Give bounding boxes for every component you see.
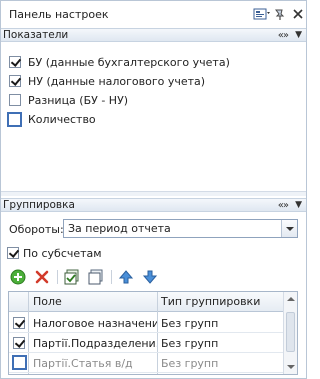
collapse-nav-icon[interactable]: «»	[278, 199, 289, 212]
vertical-scrollbar[interactable]	[283, 292, 297, 374]
check-all-icon[interactable]	[63, 268, 81, 286]
scrollbar-thumb[interactable]	[286, 312, 295, 352]
indicator-label: НУ (данные налогового учета)	[28, 74, 206, 88]
indicators-header: Показатели «» ▼	[1, 28, 306, 42]
indicator-label: Разница (БУ - НУ)	[28, 93, 129, 107]
row-group-type: Без групп	[161, 357, 219, 370]
indicator-item-quantity[interactable]: Количество	[7, 111, 96, 127]
table-row[interactable]: Партії.Статья в/д Без групп	[9, 353, 283, 373]
table-row[interactable]: Партії.Подразделени... Без групп	[9, 333, 283, 353]
delete-icon[interactable]	[33, 268, 51, 286]
panel-splitter[interactable]	[1, 191, 306, 196]
toolbar-separator	[111, 270, 112, 284]
settings-icon[interactable]	[253, 6, 271, 22]
row-checkbox[interactable]	[12, 355, 27, 370]
row-field: Налоговое назначение	[33, 317, 157, 330]
pin-icon[interactable]	[271, 6, 289, 22]
uncheck-all-icon[interactable]	[87, 268, 105, 286]
indicator-item-bu[interactable]: БУ (данные бухгалтерского учета)	[9, 54, 230, 70]
table-header: Поле Тип группировки	[9, 292, 297, 312]
checkbox[interactable]	[9, 56, 21, 68]
checkbox[interactable]	[7, 247, 19, 259]
indicator-item-nu[interactable]: НУ (данные налогового учета)	[9, 73, 205, 89]
chevron-down-icon[interactable]	[281, 220, 297, 237]
column-header-group-type[interactable]: Тип группировки	[161, 295, 260, 308]
turnover-value: За период отчета	[68, 222, 171, 235]
checkbox[interactable]	[9, 75, 21, 87]
by-subaccounts-label: По субсчетам	[23, 246, 102, 260]
row-checkbox[interactable]	[13, 317, 25, 329]
checkbox[interactable]	[9, 94, 21, 106]
row-group-type: Без групп	[161, 337, 219, 350]
indicator-label: Количество	[28, 112, 96, 126]
grouping-toolbar	[9, 268, 165, 286]
turnover-label: Обороты:	[9, 223, 64, 236]
grouping-table: Поле Тип группировки Налоговое назначени…	[8, 291, 298, 375]
collapse-nav-icon[interactable]: «»	[278, 29, 289, 42]
chevron-down-icon[interactable]: ▼	[295, 199, 302, 212]
row-checkbox[interactable]	[13, 337, 25, 349]
grouping-header-label: Группировка	[3, 199, 75, 211]
move-down-icon[interactable]	[141, 268, 159, 286]
by-subaccounts-option[interactable]: По субсчетам	[7, 245, 102, 261]
scroll-down-icon[interactable]	[287, 365, 295, 369]
add-icon[interactable]	[9, 268, 27, 286]
toolbar-separator	[57, 270, 58, 284]
checkbox[interactable]	[7, 111, 22, 127]
title-bar: Панель настроек	[1, 1, 306, 28]
chevron-down-icon[interactable]: ▼	[295, 29, 302, 42]
row-field: Партії.Статья в/д	[33, 357, 133, 370]
row-field: Партії.Подразделени...	[33, 337, 157, 350]
indicator-label: БУ (данные бухгалтерского учета)	[28, 55, 230, 69]
table-row[interactable]: Налоговое назначение Без групп	[9, 313, 283, 333]
settings-panel: Панель настроек Показатели «» ▼ БУ (данн…	[0, 0, 307, 379]
panel-title: Панель настроек	[9, 8, 109, 21]
indicator-item-difference[interactable]: Разница (БУ - НУ)	[9, 92, 128, 108]
indicators-header-label: Показатели	[3, 29, 69, 41]
scroll-up-icon[interactable]	[287, 297, 295, 301]
move-up-icon[interactable]	[117, 268, 135, 286]
grouping-header: Группировка «» ▼	[1, 198, 306, 212]
row-group-type: Без групп	[161, 317, 219, 330]
column-header-field[interactable]: Поле	[33, 295, 62, 308]
close-icon[interactable]	[289, 6, 307, 22]
turnover-select[interactable]: За период отчета	[63, 219, 298, 238]
